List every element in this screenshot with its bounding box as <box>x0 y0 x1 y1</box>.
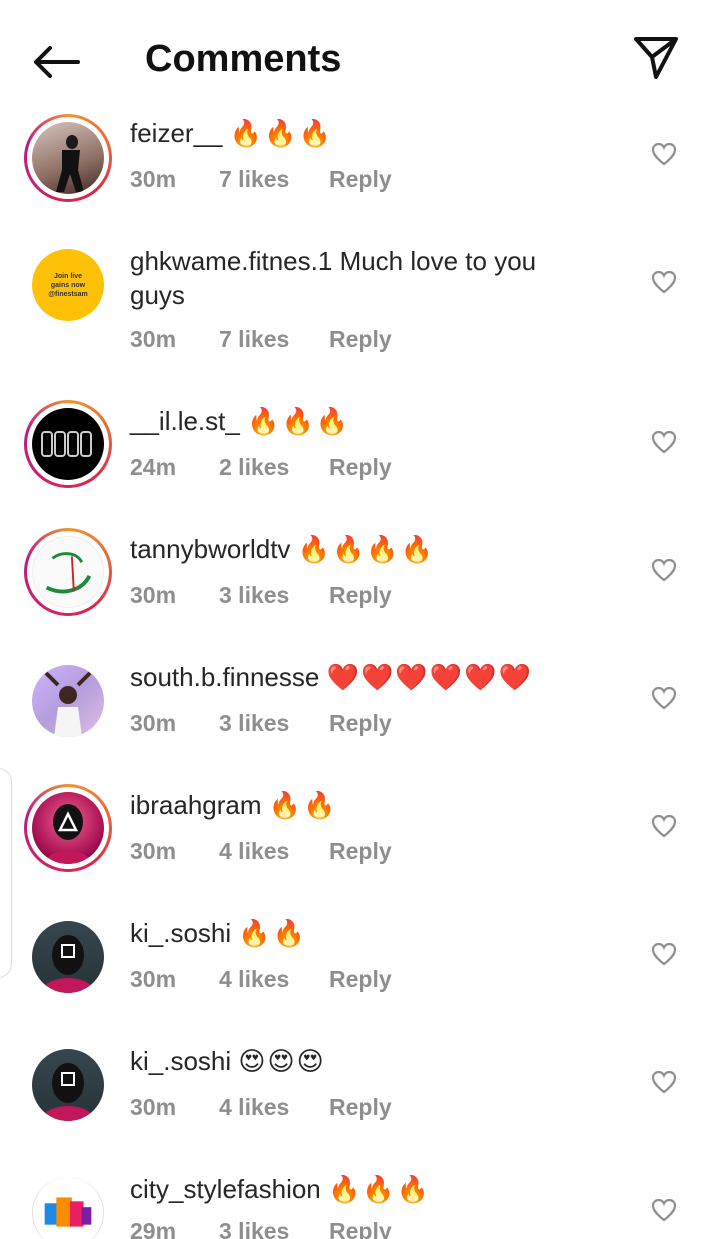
comment-emoji: 🔥🔥 <box>238 918 308 948</box>
like-button[interactable] <box>650 684 678 712</box>
heart-outline-icon <box>651 142 677 166</box>
comment-username[interactable]: __il.le.st_ <box>130 406 240 436</box>
heart-outline-icon <box>651 814 677 838</box>
comment-likes[interactable]: 3 likes <box>219 1218 329 1239</box>
heart-outline-icon <box>651 942 677 966</box>
heart-outline-icon <box>651 1070 677 1094</box>
like-button[interactable] <box>650 268 678 296</box>
comment-username[interactable]: tannybworldtv <box>130 534 290 564</box>
avatar-text: Join live gains now @finestsam <box>48 272 88 298</box>
comment-emoji: 😍😍😍 <box>238 1046 326 1076</box>
comment-emoji: 🔥🔥🔥 <box>328 1174 432 1204</box>
reply-button[interactable]: Reply <box>329 326 392 353</box>
avatar <box>32 408 104 480</box>
comment-username[interactable]: ki_.soshi <box>130 1046 231 1076</box>
heart-outline-icon <box>651 686 677 710</box>
page-title: Comments <box>145 38 342 80</box>
comment-username[interactable]: south.b.finnesse <box>130 662 319 692</box>
like-button[interactable] <box>650 556 678 584</box>
comment-emoji: 🔥🔥 <box>268 790 338 820</box>
heart-outline-icon <box>651 558 677 582</box>
like-button[interactable] <box>650 428 678 456</box>
comment-username[interactable]: feizer__ <box>130 118 223 148</box>
comment-likes[interactable]: 7 likes <box>219 166 329 193</box>
avatar-story-ring[interactable] <box>24 528 112 616</box>
comment-username[interactable]: city_stylefashion <box>130 1174 321 1204</box>
reply-button[interactable]: Reply <box>329 966 392 993</box>
comment-emoji: 🔥🔥🔥🔥 <box>297 534 436 564</box>
comment-username[interactable]: ki_.soshi <box>130 918 231 948</box>
avatar[interactable] <box>32 1177 104 1239</box>
header-bar: Comments <box>0 0 720 112</box>
reply-button[interactable]: Reply <box>329 838 392 865</box>
reply-button[interactable]: Reply <box>329 1094 392 1121</box>
comment-likes[interactable]: 4 likes <box>219 1094 329 1121</box>
arrow-left-icon <box>34 46 80 78</box>
like-button[interactable] <box>650 812 678 840</box>
comment-username[interactable]: ghkwame.fitnes.1 <box>130 246 332 276</box>
avatar <box>32 536 104 608</box>
heart-outline-icon <box>651 270 677 294</box>
comment-time: 30m <box>130 1094 177 1120</box>
comment-emoji: 🔥🔥🔥 <box>247 406 351 436</box>
comment-username[interactable]: ibraahgram <box>130 790 262 820</box>
comment-likes[interactable]: 2 likes <box>219 454 329 481</box>
avatar <box>32 792 104 864</box>
avatar-story-ring[interactable] <box>24 400 112 488</box>
comment-time: 30m <box>130 966 177 992</box>
like-button[interactable] <box>650 940 678 968</box>
side-panel-handle[interactable] <box>0 768 12 978</box>
heart-outline-icon <box>651 430 677 454</box>
avatar <box>32 122 104 194</box>
comment-likes[interactable]: 4 likes <box>219 838 329 865</box>
reply-button[interactable]: Reply <box>329 1218 392 1239</box>
like-button[interactable] <box>650 140 678 168</box>
comment-time: 30m <box>130 582 177 608</box>
avatar[interactable] <box>32 665 104 737</box>
reply-button[interactable]: Reply <box>329 166 392 193</box>
avatar[interactable] <box>32 921 104 993</box>
comment-emoji: ❤️❤️❤️❤️❤️❤️ <box>326 662 533 692</box>
comment-likes[interactable]: 4 likes <box>219 966 329 993</box>
comment-time: 30m <box>130 166 177 192</box>
reply-button[interactable]: Reply <box>329 710 392 737</box>
comment-likes[interactable]: 3 likes <box>219 582 329 609</box>
comment-likes[interactable]: 3 likes <box>219 710 329 737</box>
comment-time: 24m <box>130 454 177 480</box>
like-button[interactable] <box>650 1068 678 1096</box>
comment-item: city_stylefashion 🔥🔥🔥 29m 3 likes Reply <box>0 1168 720 1239</box>
comment-time: 29m <box>130 1218 177 1239</box>
avatar-story-ring[interactable] <box>24 114 112 202</box>
comment-time: 30m <box>130 710 177 736</box>
like-button[interactable] <box>650 1196 678 1224</box>
avatar[interactable]: Join live gains now @finestsam <box>32 249 104 321</box>
avatar-story-ring[interactable] <box>24 784 112 872</box>
comment-time: 30m <box>130 326 177 352</box>
share-button[interactable] <box>628 30 684 86</box>
back-button[interactable] <box>28 36 84 88</box>
reply-button[interactable]: Reply <box>329 454 392 481</box>
avatar[interactable] <box>32 1049 104 1121</box>
send-icon <box>634 37 678 79</box>
reply-button[interactable]: Reply <box>329 582 392 609</box>
comment-time: 30m <box>130 838 177 864</box>
comment-emoji: 🔥🔥🔥 <box>229 118 333 148</box>
comment-likes[interactable]: 7 likes <box>219 326 329 353</box>
heart-outline-icon <box>651 1198 677 1222</box>
